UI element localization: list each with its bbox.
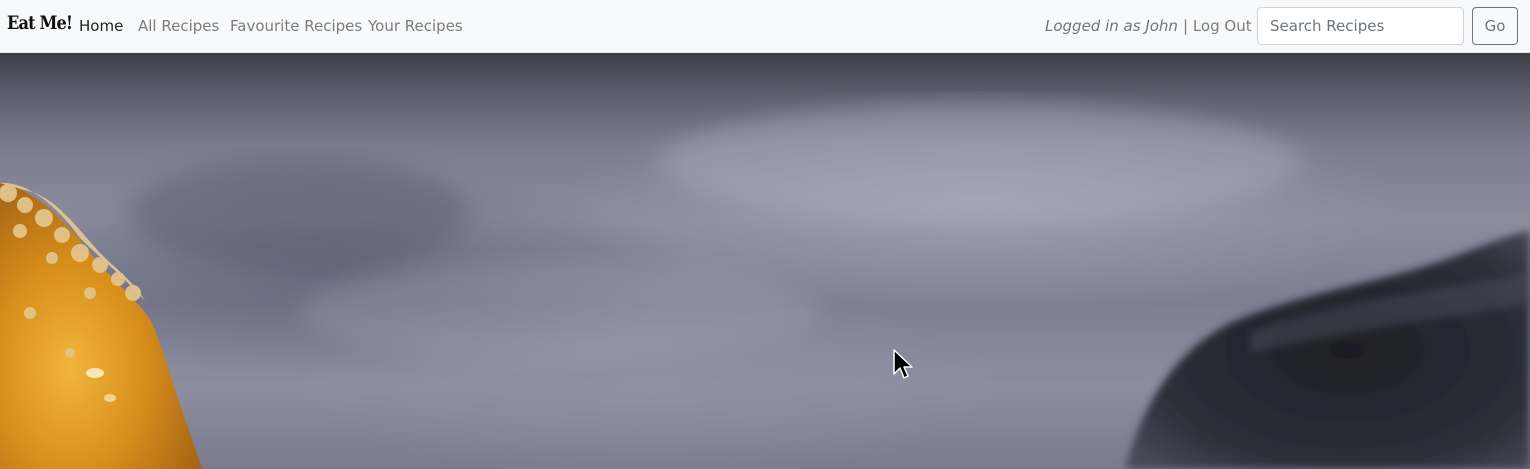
nav-all-recipes[interactable]: All Recipes — [138, 17, 219, 35]
logout-link[interactable]: | Log Out — [1183, 17, 1252, 35]
hero-image — [0, 53, 1530, 469]
nav-favourite-recipes[interactable]: Favourite Recipes — [230, 17, 362, 35]
hero-photo-graphic — [0, 103, 1530, 469]
mouse-pointer-icon — [893, 349, 913, 379]
top-navbar: Eat Me! Home All Recipes Favourite Recip… — [0, 0, 1530, 53]
search-go-button[interactable]: Go — [1472, 7, 1518, 45]
dark-rock-shape — [1125, 231, 1530, 469]
nav-home[interactable]: Home — [79, 17, 123, 35]
nav-your-recipes[interactable]: Your Recipes — [368, 17, 463, 35]
brand-logo[interactable]: Eat Me! — [7, 12, 73, 34]
logged-in-text: Logged in as John — [1045, 17, 1178, 35]
search-input[interactable] — [1257, 7, 1464, 45]
